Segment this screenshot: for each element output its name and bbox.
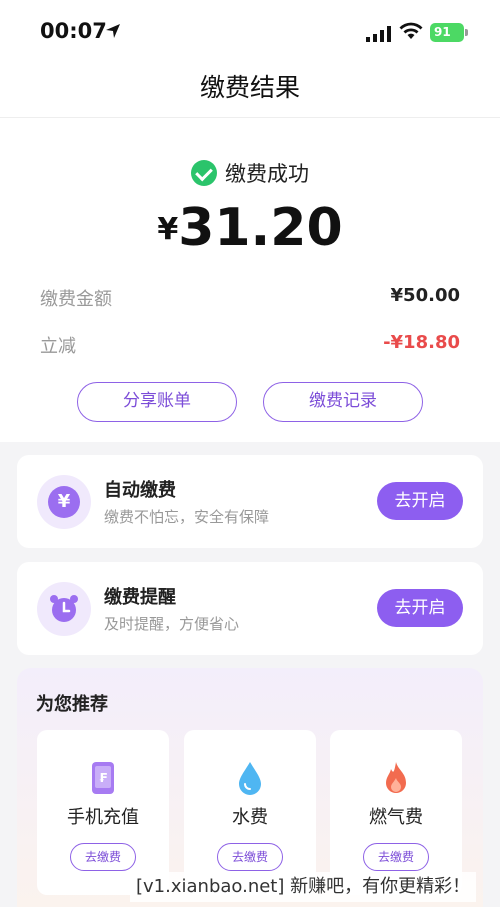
nav-bar: 缴费结果: [0, 62, 500, 118]
payment-result: 缴费成功 ¥31.20 缴费金额 ¥50.00 立减 -¥18.80 分享账单 …: [0, 118, 500, 442]
detail-label: 立减: [40, 336, 76, 357]
detail-value: ¥50.00: [390, 285, 460, 306]
payment-records-button[interactable]: 缴费记录: [263, 382, 423, 422]
detail-label: 缴费金额: [40, 289, 112, 310]
tile-label: 手机充值: [67, 807, 139, 828]
auto-pay-card: ¥ 自动缴费 缴费不怕忘，安全有保障 去开启: [17, 455, 483, 548]
yen-icon: ¥: [37, 475, 91, 529]
check-circle-icon: [191, 160, 217, 186]
tile-label: 水费: [232, 807, 268, 828]
card-subtitle: 及时提醒，方便省心: [104, 615, 240, 633]
amount-value: 31.20: [178, 198, 343, 258]
page-title: 缴费结果: [199, 73, 300, 102]
pay-button[interactable]: 去缴费: [217, 843, 283, 871]
detail-value: -¥18.80: [383, 332, 460, 353]
svg-text:₣: ₣: [99, 771, 107, 785]
payment-reminder-card: 缴费提醒 及时提醒，方便省心 去开启: [17, 562, 483, 655]
watermark-text: [v1.xianbao.net] 新赚吧，有你更精彩！: [130, 872, 477, 902]
recommend-title: 为您推荐: [36, 694, 108, 715]
detail-row-amount: 缴费金额 ¥50.00: [40, 285, 460, 311]
card-subtitle: 缴费不怕忘，安全有保障: [104, 508, 270, 526]
wifi-icon: [399, 22, 423, 39]
enable-reminder-button[interactable]: 去开启: [377, 589, 463, 627]
battery-icon: 91: [430, 23, 468, 42]
pay-button[interactable]: 去缴费: [363, 843, 429, 871]
recommend-tile-phone[interactable]: ₣ 手机充值 去缴费: [37, 730, 169, 895]
water-drop-icon: [239, 762, 261, 795]
recommend-tile-water[interactable]: 水费 去缴费: [184, 730, 316, 895]
location-arrow-icon: [106, 24, 120, 38]
share-bill-button[interactable]: 分享账单: [77, 382, 237, 422]
signal-icon: [366, 26, 391, 42]
card-title: 自动缴费: [104, 480, 176, 501]
result-status: 缴费成功: [0, 158, 500, 188]
recommend-tile-gas[interactable]: 燃气费 去缴费: [330, 730, 462, 895]
card-title: 缴费提醒: [104, 587, 176, 608]
currency-symbol: ¥: [157, 212, 179, 247]
flame-icon: [386, 762, 406, 793]
enable-auto-pay-button[interactable]: 去开启: [377, 482, 463, 520]
tile-label: 燃气费: [369, 807, 423, 828]
paid-amount: ¥31.20: [0, 198, 500, 258]
detail-row-discount: 立减 -¥18.80: [40, 332, 460, 358]
pay-button[interactable]: 去缴费: [70, 843, 136, 871]
status-time: 00:07: [40, 19, 107, 43]
status-bar: 00:07 91: [0, 0, 500, 62]
phone-recharge-icon: ₣: [92, 762, 114, 794]
result-status-text: 缴费成功: [225, 162, 309, 186]
alarm-clock-icon: [37, 582, 91, 636]
